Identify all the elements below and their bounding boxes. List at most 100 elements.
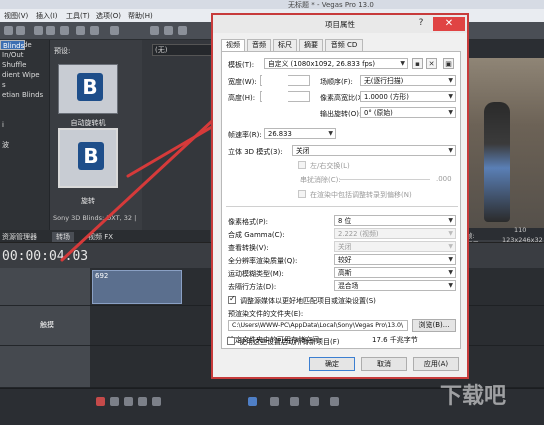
- save-template-icon[interactable]: ▪: [412, 58, 423, 69]
- pixel-format-select[interactable]: 8 位 ▼: [334, 215, 456, 226]
- help-icon[interactable]: ?: [413, 18, 429, 30]
- prerender-folder-input[interactable]: C:\Users\WWW-PC\AppData\Local\Sony\Vegas…: [228, 320, 408, 331]
- toolbar-icon[interactable]: [90, 26, 99, 35]
- toolbar-icon[interactable]: [164, 26, 173, 35]
- chevron-down-icon: ▼: [448, 230, 453, 237]
- panel-tabs: 资源管理器 转场 视频 FX: [0, 230, 210, 242]
- menu-view[interactable]: 视图(V): [4, 11, 28, 21]
- tab-ruler[interactable]: 标尺: [273, 39, 297, 51]
- output-rotation-select[interactable]: 0° (原始) ▼: [360, 107, 456, 118]
- deinterlace-label: 去隔行方法(D):: [228, 283, 277, 291]
- pixel-aspect-select[interactable]: 1.0000 (方形) ▼: [360, 91, 456, 102]
- cancel-button[interactable]: 取消: [361, 357, 407, 371]
- ok-button[interactable]: 确定: [309, 357, 355, 371]
- edit-tool-icon[interactable]: [248, 397, 257, 406]
- include-stereo-checkbox[interactable]: [298, 190, 306, 198]
- chevron-down-icon: ▼: [448, 109, 453, 116]
- tool-icon[interactable]: [330, 397, 339, 406]
- record-icon[interactable]: [96, 397, 105, 406]
- preset-b-icon: B: [78, 142, 104, 170]
- deinterlace-select[interactable]: 混合场 ▼: [334, 280, 456, 291]
- timecode: 00:00:04.03: [2, 249, 89, 264]
- toolbar-icon[interactable]: [16, 26, 25, 35]
- toolbar-icon[interactable]: [34, 26, 43, 35]
- field-order-select[interactable]: 无(逐行扫描) ▼: [360, 75, 456, 86]
- menu-help[interactable]: 帮助(H): [128, 11, 153, 21]
- field-order-value: 无(逐行扫描): [364, 77, 404, 85]
- menu-options[interactable]: 选项(O): [96, 11, 121, 21]
- crosstalk-label: 串扰消除(C):: [300, 176, 341, 184]
- crosstalk-slider[interactable]: [340, 179, 430, 180]
- dialog-titlebar[interactable]: 项目属性 ? ✕: [213, 15, 467, 33]
- toolbar-icon[interactable]: [4, 26, 13, 35]
- tool-icon[interactable]: [270, 397, 279, 406]
- frame-rate-select[interactable]: 26.833 ▼: [264, 128, 336, 139]
- adapt-source-checkbox[interactable]: [228, 294, 236, 304]
- frame-number: 110: [514, 226, 527, 234]
- width-label: 宽度(W):: [228, 78, 257, 86]
- toolbar-icon[interactable]: [46, 26, 55, 35]
- chevron-down-icon: ▼: [448, 217, 453, 224]
- list-item[interactable]: In/Out: [0, 50, 49, 60]
- delete-template-icon[interactable]: ✕: [426, 58, 437, 69]
- motion-blur-select[interactable]: 高斯 ▼: [334, 267, 456, 278]
- loop-icon[interactable]: [110, 397, 119, 406]
- menu-tools[interactable]: 工具(T): [66, 11, 90, 21]
- toolbar-icon[interactable]: [60, 26, 69, 35]
- list-item[interactable]: [0, 110, 49, 120]
- preset-thumbnail-selected[interactable]: B: [58, 128, 118, 188]
- toolbar-icon[interactable]: [110, 26, 119, 35]
- pixel-aspect-value: 1.0000 (方形): [364, 93, 409, 101]
- track-header[interactable]: [0, 346, 90, 388]
- gamma-label: 合成 Gamma(C):: [228, 231, 285, 239]
- list-item[interactable]: i: [0, 120, 49, 130]
- tab-summary[interactable]: 摘要: [299, 39, 323, 51]
- match-media-icon[interactable]: ▣: [443, 58, 454, 69]
- tab-transitions[interactable]: 转场: [52, 232, 74, 242]
- frame-rate-value: 26.833: [268, 130, 292, 138]
- track-header[interactable]: [0, 268, 90, 306]
- tab-video-fx[interactable]: 视频 FX: [88, 232, 113, 242]
- tab-audio-cd[interactable]: 音频 CD: [325, 39, 363, 51]
- list-item[interactable]: [0, 100, 49, 110]
- video-settings-panel: 模板(T): 自定义 (1080x1092, 26.833 fps) ▼ ▪ ✕ …: [221, 51, 461, 349]
- gamma-select[interactable]: 2.222 (视频) ▼: [334, 228, 456, 239]
- preset-thumbnail[interactable]: B: [58, 64, 118, 114]
- render-quality-select[interactable]: 较好 ▼: [334, 254, 456, 265]
- list-item[interactable]: s: [0, 80, 49, 90]
- toolbar-icon[interactable]: [76, 26, 85, 35]
- list-item[interactable]: Blinds: [0, 40, 26, 50]
- list-item[interactable]: dient Wipe: [0, 70, 49, 80]
- tool-icon[interactable]: [310, 397, 319, 406]
- list-item[interactable]: Shuffle: [0, 60, 49, 70]
- stop-icon[interactable]: [152, 397, 161, 406]
- video-clip[interactable]: 692: [92, 270, 182, 304]
- toolbar-icon[interactable]: [178, 26, 187, 35]
- use-all-new-checkbox[interactable]: [227, 337, 235, 345]
- toolbar-icon[interactable]: [150, 26, 159, 35]
- swap-lr-checkbox[interactable]: [298, 161, 306, 169]
- tab-explorer[interactable]: 资源管理器: [2, 232, 37, 242]
- apply-button[interactable]: 应用(A): [413, 357, 459, 371]
- play-icon[interactable]: [124, 397, 133, 406]
- preview-dropdown[interactable]: (无): [152, 44, 212, 56]
- tab-audio[interactable]: 音频: [247, 39, 271, 51]
- gamma-value: 2.222 (视频): [338, 230, 379, 238]
- stereo-mode-select[interactable]: 关闭 ▼: [292, 145, 456, 156]
- list-item[interactable]: [0, 130, 49, 140]
- close-icon[interactable]: ✕: [433, 17, 465, 31]
- transition-category-list: Blinds Cascade In/Out Shuffle dient Wipe…: [0, 40, 50, 230]
- adapt-source-label: 调整源媒体以更好地匹配项目或渲染设置(S): [240, 297, 376, 305]
- list-item[interactable]: 波: [0, 140, 49, 150]
- pause-icon[interactable]: [138, 397, 147, 406]
- browse-button[interactable]: 浏览(B)...: [412, 319, 456, 332]
- view-transform-select[interactable]: 关闭 ▼: [334, 241, 456, 252]
- use-all-new-label: 使用这些设置启动所有新项目(F): [239, 338, 340, 346]
- track-header[interactable]: 触摸: [0, 306, 90, 346]
- tool-icon[interactable]: [290, 397, 299, 406]
- view-transform-value: 关闭: [338, 243, 352, 251]
- track-name: 触摸: [40, 321, 54, 329]
- list-item[interactable]: etian Blinds: [0, 90, 49, 100]
- template-select[interactable]: 自定义 (1080x1092, 26.833 fps) ▼: [264, 58, 408, 69]
- menu-insert[interactable]: 插入(I): [36, 11, 58, 21]
